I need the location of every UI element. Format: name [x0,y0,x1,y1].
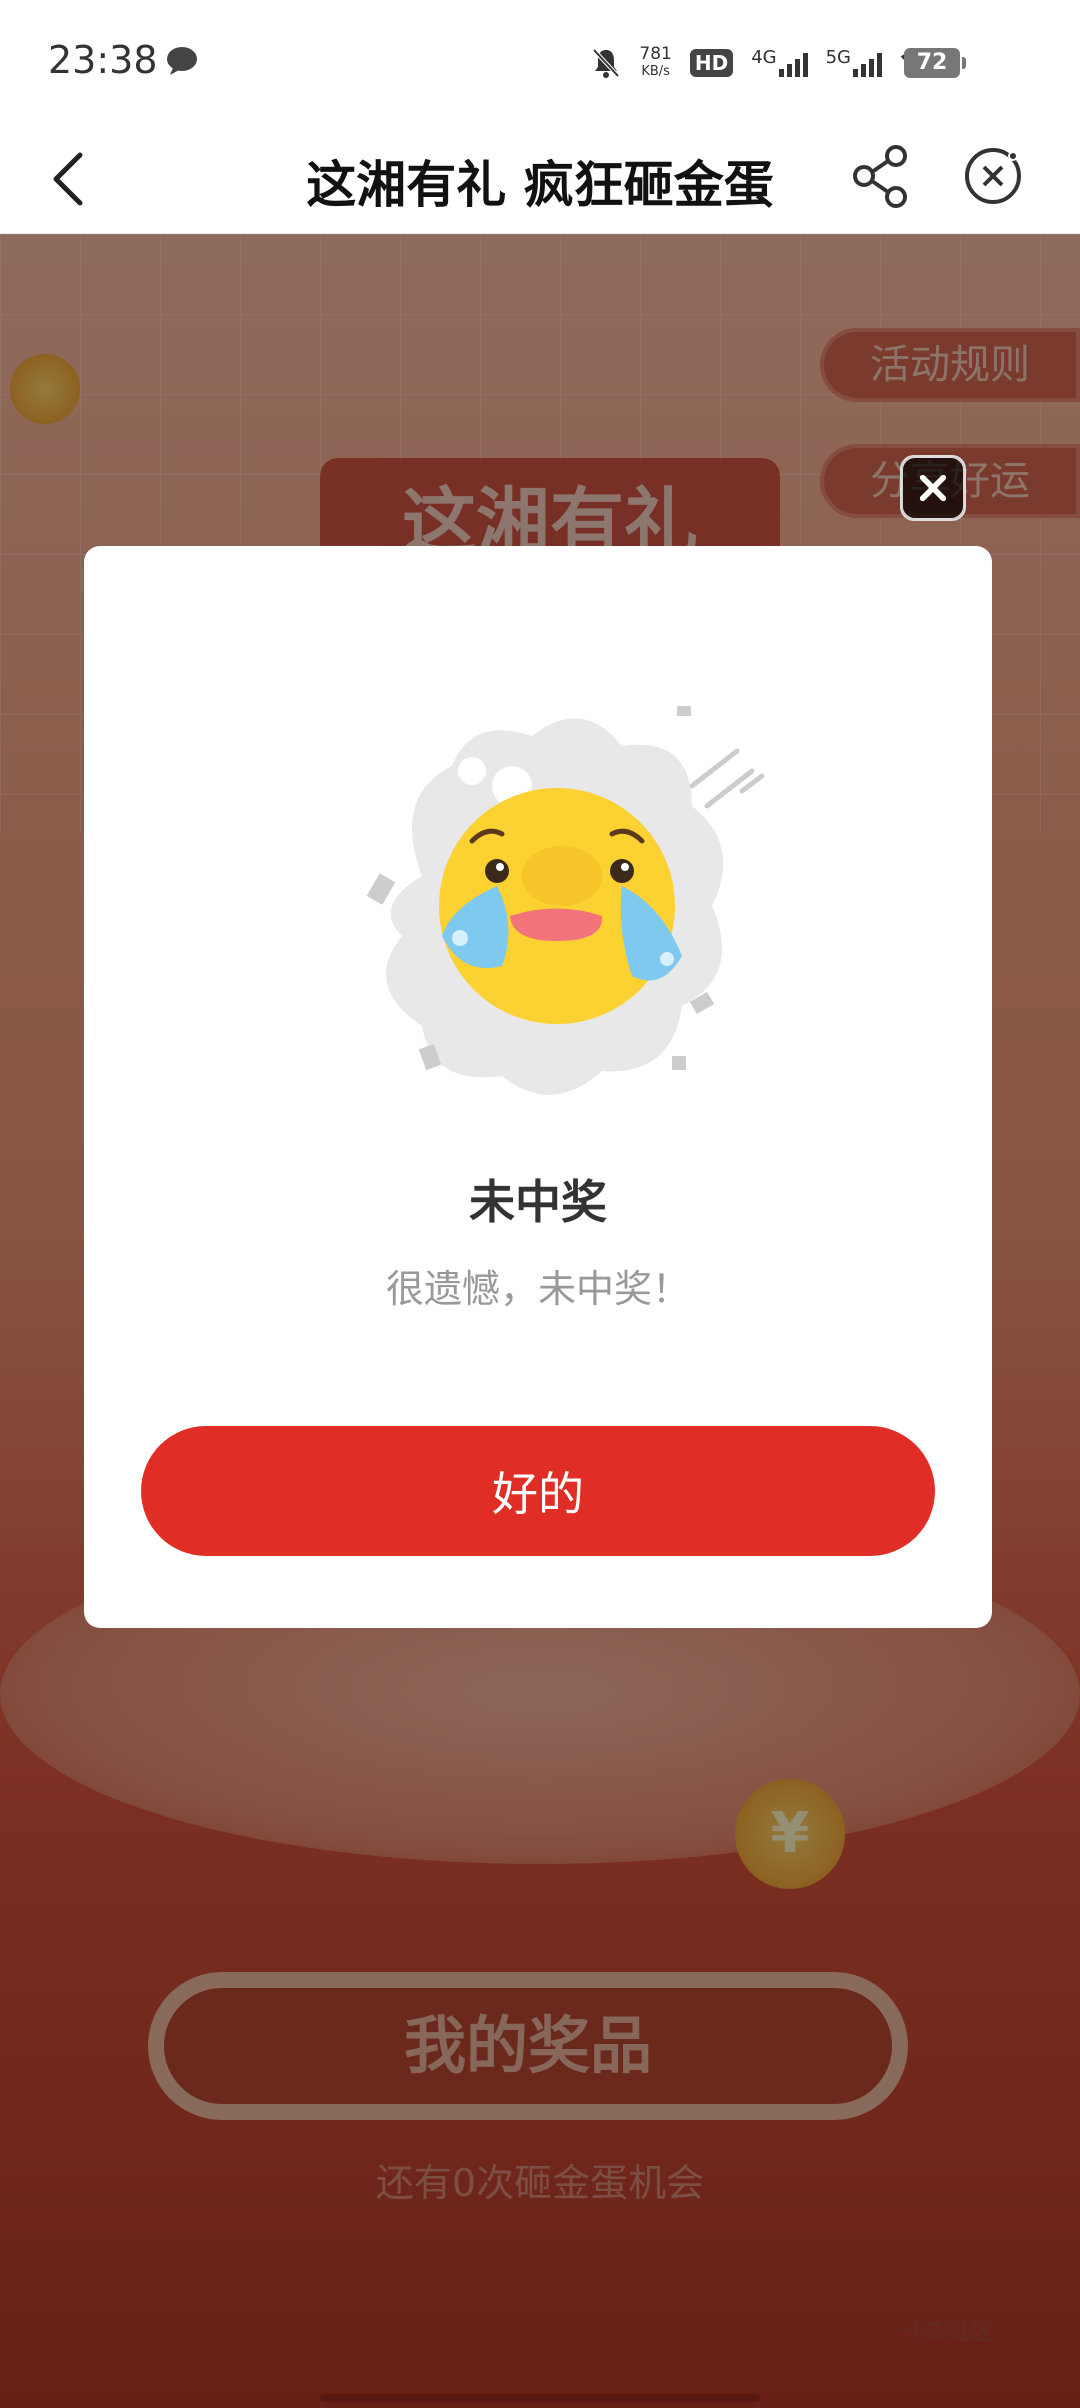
net-5g-label: 5G [825,47,851,68]
bell-muted-icon [592,48,620,78]
status-bar: 23:38 781 KB/s HD 4G 5G 72 [0,0,1080,125]
nav-bar: 这湘有礼 疯狂砸金蛋 [0,125,1080,234]
crying-face-icon [366,706,765,1095]
status-time: 23:38 [48,38,158,82]
result-dialog: 未中奖 很遗憾，未中奖！ 好的 [84,546,992,1628]
battery-icon: 72 [904,48,966,78]
dialog-title: 未中奖 [469,1175,607,1229]
message-icon [167,47,197,75]
net-speed: 781 KB/s [639,46,671,80]
net-speed-unit: KB/s [641,64,670,79]
signal-icon [778,49,808,77]
close-mini-program-icon[interactable] [958,141,1028,211]
net-4g-group: 4G [751,47,808,77]
status-icons: 781 KB/s HD 4G 5G [591,40,940,86]
net-4g-label: 4G [751,47,777,68]
modal-close-icon[interactable] [900,455,966,521]
hd-badge: HD [689,49,734,77]
ok-button[interactable]: 好的 [141,1426,935,1556]
share-icon[interactable] [846,141,916,211]
page-title: 这湘有礼 疯狂砸金蛋 [306,156,774,214]
signal-icon-2 [853,49,882,77]
dialog-message: 很遗憾，未中奖！ [385,1267,690,1311]
net-5g-group: 5G [826,49,882,77]
net-speed-value: 781 [639,44,672,64]
